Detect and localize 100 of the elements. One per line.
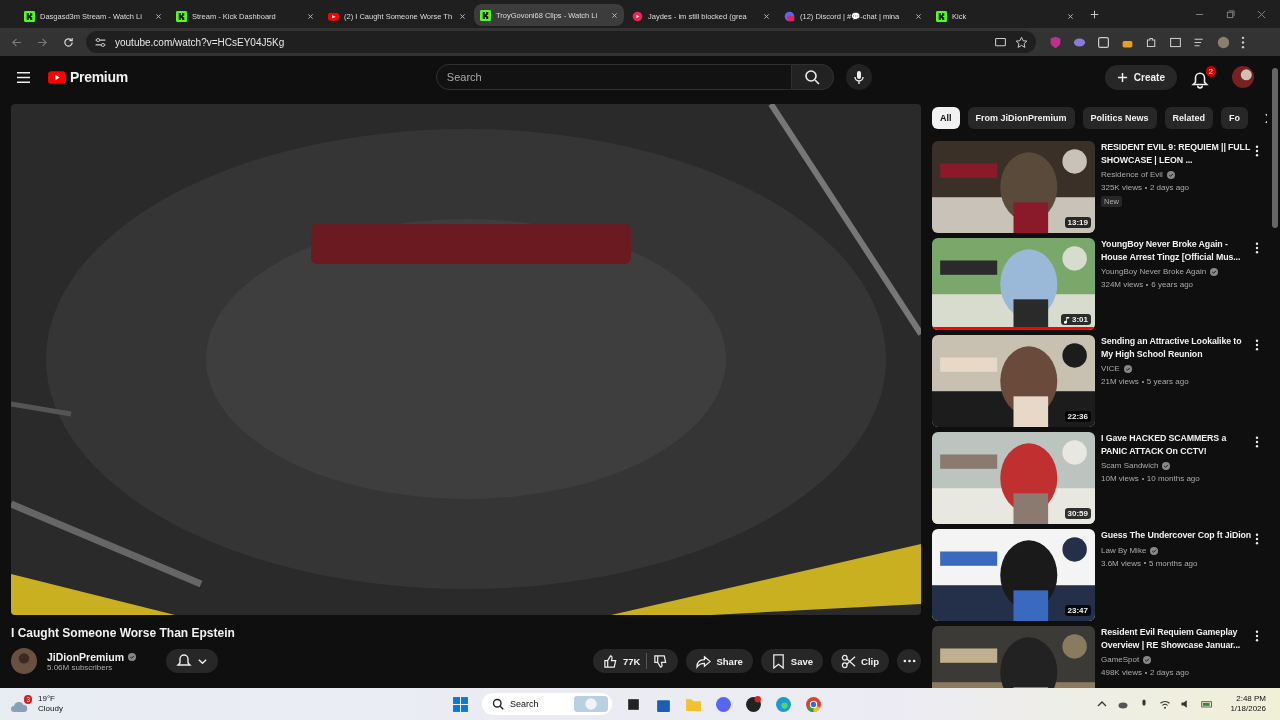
install-icon[interactable]	[994, 35, 1007, 49]
more-icon[interactable]	[1255, 533, 1259, 545]
more-icon[interactable]	[1255, 436, 1259, 448]
discord-icon	[784, 10, 795, 22]
more-button[interactable]	[897, 649, 921, 673]
video-title[interactable]: Guess The Undercover Cop ft JiDion	[1101, 529, 1252, 542]
view-count: 3.6M views	[1101, 557, 1141, 570]
close-icon[interactable]	[915, 12, 922, 20]
feather-icon[interactable]	[1073, 35, 1086, 49]
menu-icon[interactable]	[16, 70, 31, 84]
close-icon[interactable]	[1067, 12, 1074, 20]
channel-name[interactable]: GameSpot	[1101, 654, 1140, 666]
search-icon	[804, 69, 821, 85]
verified-icon	[128, 652, 137, 661]
profile-avatar[interactable]	[1217, 35, 1230, 49]
app-icon[interactable]	[745, 695, 762, 713]
taskbar-search[interactable]: Search	[482, 693, 612, 715]
subscription-bell-button[interactable]	[166, 649, 219, 673]
search-button[interactable]	[791, 64, 834, 90]
more-icon	[902, 659, 916, 663]
view-count: 498K views	[1101, 667, 1142, 679]
search-tab-icon[interactable]	[1169, 35, 1182, 49]
video-title[interactable]: YoungBoy Never Broke Again - House Arrest Tingz [Official Mus...	[1101, 238, 1253, 263]
scrollbar[interactable]	[1272, 68, 1278, 228]
channel-name[interactable]: Scam Sandwich	[1101, 460, 1159, 472]
menu-icon[interactable]	[1241, 35, 1245, 49]
upload-age: 2 days ago	[1149, 182, 1190, 194]
wifi-icon[interactable]	[1159, 698, 1172, 710]
puzzle-icon[interactable]	[1145, 35, 1158, 49]
channel-name[interactable]: JiDionPremium	[47, 650, 125, 663]
search-field[interactable]: Search	[435, 64, 792, 90]
action-button[interactable]: Save	[760, 649, 824, 673]
verified-icon	[1210, 268, 1219, 276]
clock-date[interactable]: 1/18/2026	[1230, 704, 1266, 714]
battery-icon[interactable]	[1201, 698, 1214, 710]
channel-name[interactable]: YoungBoy Never Broke Again	[1101, 266, 1207, 278]
channel-name[interactable]: Law By Mike	[1101, 544, 1147, 557]
more-icon[interactable]	[1255, 630, 1259, 642]
more-icon[interactable]	[1255, 145, 1259, 157]
settings-icon[interactable]	[94, 35, 107, 49]
filter-chip[interactable]: Fo	[1221, 107, 1249, 129]
forward-icon[interactable]	[37, 36, 48, 48]
close-icon[interactable]	[459, 12, 466, 20]
thumbs-down-icon	[653, 653, 669, 669]
new-tab-icon[interactable]	[1090, 9, 1099, 19]
temperature: 19°F	[38, 694, 56, 704]
youtube-logo[interactable]: Premium	[48, 69, 128, 85]
more-icon[interactable]	[1255, 339, 1259, 351]
discord-icon[interactable]	[715, 695, 732, 713]
restore-icon[interactable]	[1226, 9, 1235, 19]
plus-icon	[1116, 71, 1128, 83]
video-title[interactable]: Resident Evil Requiem Gameplay Overview | RE Showcase Januar...	[1101, 626, 1253, 651]
shield-icon[interactable]	[1049, 35, 1062, 49]
more-icon[interactable]	[1255, 242, 1259, 254]
close-icon[interactable]	[155, 12, 162, 20]
video-title[interactable]: I Gave HACKED SCAMMERS a PANIC ATTACK On CCTV!	[1101, 432, 1253, 457]
filter-chip[interactable]: Related	[1164, 107, 1214, 129]
dislike-button[interactable]	[653, 653, 669, 669]
close-icon[interactable]	[763, 12, 770, 20]
bookmark-star-icon[interactable]	[1015, 35, 1028, 49]
bell-icon	[1191, 70, 1209, 89]
notification-badge: 2	[1205, 65, 1216, 77]
video-title[interactable]: RESIDENT EVIL 9: REQUIEM || FULL SHOWCASE | LEON ...	[1101, 141, 1253, 166]
clock-time[interactable]: 2:48 PM	[1236, 694, 1266, 704]
close-icon[interactable]	[611, 11, 618, 19]
edge-icon[interactable]	[775, 695, 792, 713]
action-button[interactable]: Clip	[831, 649, 889, 673]
kick-icon	[176, 10, 187, 22]
voice-search-button[interactable]	[845, 64, 872, 90]
view-count: 10M views	[1101, 473, 1139, 485]
notifications-button[interactable]: 2	[1191, 65, 1216, 89]
create-button[interactable]: Create	[1104, 64, 1177, 90]
windows-start-icon[interactable]	[452, 695, 469, 713]
weather-condition: Cloudy	[38, 704, 63, 714]
bookmark-icon	[770, 653, 786, 669]
filter-chip[interactable]: Politics News	[1082, 107, 1157, 129]
video-title[interactable]: Sending an Attractive Lookalike to My High School Reunion	[1101, 335, 1253, 360]
subscriber-count: 5.06M subscribers	[47, 662, 114, 672]
channel-name[interactable]: Residence of Evil	[1101, 169, 1163, 181]
action-button[interactable]: Share	[686, 649, 753, 673]
youtube-icon	[48, 70, 66, 84]
url-text: youtube.com/watch?v=HCsEY04J5Kg	[115, 36, 285, 48]
close-icon[interactable]	[1257, 9, 1266, 19]
reload-icon[interactable]	[63, 36, 74, 48]
back-icon[interactable]	[11, 36, 22, 48]
filter-chip[interactable]: From JiDionPremium	[967, 107, 1075, 129]
scissors-icon	[841, 653, 857, 669]
channel-name[interactable]: VICE	[1101, 363, 1120, 375]
extension-icon[interactable]	[1097, 35, 1110, 49]
view-count: 324M views	[1101, 279, 1144, 291]
chrome-icon[interactable]	[805, 695, 822, 713]
account-avatar[interactable]	[1232, 66, 1254, 88]
filter-chip[interactable]: All	[932, 107, 960, 129]
cloud-icon	[10, 701, 28, 713]
close-icon[interactable]	[307, 12, 314, 20]
kick-icon	[24, 10, 35, 22]
address-bar[interactable]: youtube.com/watch?v=HCsEY04J5Kg	[86, 31, 1036, 53]
view-count: 21M views	[1101, 376, 1139, 388]
channel-avatar[interactable]	[11, 648, 37, 674]
upload-age: 5 years ago	[1146, 376, 1189, 388]
